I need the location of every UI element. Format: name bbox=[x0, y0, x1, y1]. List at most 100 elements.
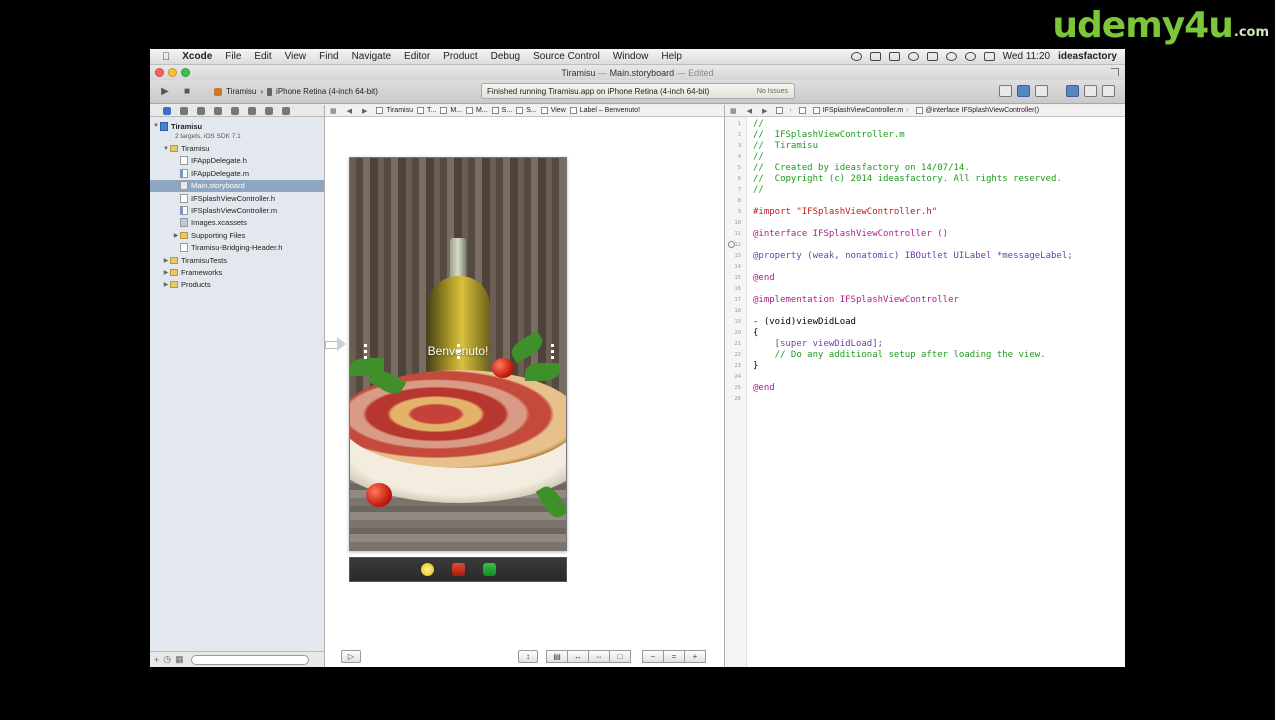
menu-editor[interactable]: Editor bbox=[404, 51, 430, 62]
menu-source-control[interactable]: Source Control bbox=[533, 51, 600, 62]
tree-node-group[interactable]: ▶ Frameworks bbox=[150, 266, 324, 278]
camera-icon[interactable] bbox=[869, 52, 881, 61]
tree-node-file[interactable]: Tiramisu-Bridging-Header.h bbox=[150, 242, 324, 254]
jump-item-selected[interactable]: Label – Benvenuto! bbox=[580, 107, 640, 114]
recent-files-icon[interactable]: ◷ bbox=[163, 654, 171, 665]
menu-edit[interactable]: Edit bbox=[254, 51, 271, 62]
label-resize-handle[interactable] bbox=[551, 344, 554, 360]
toggle-utilities-button[interactable] bbox=[1102, 85, 1115, 97]
disclosure-open-icon[interactable]: ▼ bbox=[152, 123, 160, 129]
screen-icon[interactable] bbox=[888, 52, 900, 61]
disclosure-closed-icon[interactable]: ▶ bbox=[162, 281, 170, 288]
tree-node-group-tiramisu[interactable]: ▼ Tiramisu bbox=[150, 142, 324, 154]
zoom-in-icon[interactable]: + bbox=[684, 649, 706, 663]
version-editor-button[interactable] bbox=[1035, 85, 1048, 97]
jump-item[interactable]: Tiramisu bbox=[386, 107, 413, 114]
tree-node-file[interactable]: IFSplashViewController.m bbox=[150, 204, 324, 216]
exit-dock-icon[interactable] bbox=[482, 563, 496, 576]
resizing-icon[interactable]: ⇔ bbox=[588, 649, 610, 663]
breakpoint-navigator-tab-icon[interactable] bbox=[265, 106, 273, 115]
tree-node-file[interactable]: IFSplashViewController.h bbox=[150, 192, 324, 204]
menu-clock[interactable]: Wed 11:20 bbox=[1003, 51, 1050, 62]
splash-scene-view[interactable]: Benvenuto! bbox=[349, 157, 567, 551]
related-items-icon[interactable]: ▦ bbox=[730, 107, 737, 115]
scheme-selector[interactable]: Tiramisu › iPhone Retina (4-inch 64-bit) bbox=[214, 87, 378, 96]
tree-node-group[interactable]: ▶ TiramisuTests bbox=[150, 254, 324, 266]
back-arrow-icon[interactable]: ◀ bbox=[347, 107, 352, 115]
menu-window[interactable]: Window bbox=[613, 51, 649, 62]
counterparts-icon[interactable] bbox=[776, 107, 784, 114]
document-outline-button[interactable]: ▷ bbox=[341, 649, 361, 663]
volume-icon[interactable] bbox=[964, 52, 976, 61]
add-file-icon[interactable]: + bbox=[154, 655, 159, 665]
navigator-filter-input[interactable] bbox=[190, 654, 309, 665]
assistant-code-editor[interactable]: ▦ ◀ ▶ › IFSplashViewController.m › @inte… bbox=[725, 105, 1125, 667]
menu-find[interactable]: Find bbox=[319, 51, 338, 62]
test-navigator-tab-icon[interactable] bbox=[231, 106, 239, 115]
filter-options-icon[interactable]: ▦ bbox=[175, 654, 184, 665]
menu-navigate[interactable]: Navigate bbox=[352, 51, 391, 62]
menu-product[interactable]: Product bbox=[443, 51, 477, 62]
assistant-editor-button[interactable] bbox=[1017, 85, 1030, 97]
jump-item[interactable]: T... bbox=[427, 107, 436, 114]
log-navigator-tab-icon[interactable] bbox=[282, 106, 290, 115]
jump-file[interactable]: IFSplashViewController.m bbox=[823, 107, 903, 114]
menu-app-name[interactable]: Xcode bbox=[182, 51, 212, 62]
battery-icon[interactable] bbox=[983, 52, 995, 61]
forward-arrow-icon[interactable]: ▶ bbox=[362, 107, 367, 115]
disclosure-closed-icon[interactable]: ▶ bbox=[172, 232, 180, 239]
sync-icon[interactable] bbox=[926, 52, 938, 61]
status-icon[interactable] bbox=[850, 52, 862, 61]
tree-node-file[interactable]: IFAppDelegate.h bbox=[150, 155, 324, 167]
related-items-icon[interactable]: ▦ bbox=[330, 107, 337, 115]
apple-menu-icon[interactable]:  bbox=[162, 51, 170, 63]
storyboard-canvas[interactable]: ▦ ◀ ▶ Tiramisu T... M... M... S... S... … bbox=[325, 105, 725, 667]
wifi-icon[interactable] bbox=[945, 52, 957, 61]
run-button[interactable]: ▶ bbox=[158, 85, 172, 99]
issue-navigator-tab-icon[interactable] bbox=[214, 106, 222, 115]
jump-symbol[interactable]: @interface IFSplashViewController() bbox=[926, 107, 1040, 114]
resolve-icon[interactable]: ↔ bbox=[567, 649, 589, 663]
align-button[interactable]: ↕ bbox=[518, 649, 538, 663]
menu-help[interactable]: Help bbox=[661, 51, 682, 62]
tree-node-project[interactable]: ▼ Tiramisu bbox=[150, 120, 324, 132]
zoom-fit-icon[interactable]: = bbox=[663, 649, 685, 663]
menu-user[interactable]: ideasfactory bbox=[1058, 51, 1117, 62]
project-navigator-tab-icon[interactable] bbox=[163, 106, 171, 115]
tree-node-group[interactable]: ▶ Products bbox=[150, 279, 324, 291]
toggle-navigator-button[interactable] bbox=[1066, 85, 1079, 97]
pin-icon[interactable]: ▤ bbox=[546, 649, 568, 663]
disclosure-closed-icon[interactable]: ▶ bbox=[162, 257, 170, 264]
debug-navigator-tab-icon[interactable] bbox=[248, 106, 256, 115]
find-navigator-tab-icon[interactable] bbox=[197, 106, 205, 115]
stop-button[interactable]: ■ bbox=[180, 85, 194, 99]
jump-item[interactable]: M... bbox=[476, 107, 488, 114]
label-resize-handle[interactable] bbox=[364, 344, 367, 360]
disclosure-open-icon[interactable]: ▼ bbox=[162, 146, 170, 152]
embed-icon[interactable]: □ bbox=[609, 649, 631, 663]
view-controller-dock-icon[interactable] bbox=[420, 563, 434, 576]
first-responder-dock-icon[interactable] bbox=[451, 563, 465, 576]
fullscreen-icon[interactable] bbox=[1111, 68, 1119, 76]
jump-item[interactable]: S... bbox=[526, 107, 537, 114]
menu-debug[interactable]: Debug bbox=[491, 51, 520, 62]
menu-view[interactable]: View bbox=[285, 51, 307, 62]
menu-file[interactable]: File bbox=[225, 51, 241, 62]
disclosure-closed-icon[interactable]: ▶ bbox=[162, 269, 170, 276]
jump-item[interactable]: M... bbox=[450, 107, 462, 114]
tree-node-file[interactable]: IFAppDelegate.m bbox=[150, 167, 324, 179]
standard-editor-button[interactable] bbox=[999, 85, 1012, 97]
tree-node-group-supporting-files[interactable]: ▶ Supporting Files bbox=[150, 229, 324, 241]
jump-item[interactable]: S... bbox=[502, 107, 513, 114]
tree-node-file[interactable]: Images.xcassets bbox=[150, 217, 324, 229]
tree-node-file-selected[interactable]: Main.storyboard bbox=[150, 179, 324, 192]
issues-indicator[interactable]: No Issues bbox=[757, 88, 788, 95]
zoom-out-icon[interactable]: − bbox=[642, 649, 664, 663]
toggle-debug-area-button[interactable] bbox=[1084, 85, 1097, 97]
forward-arrow-icon[interactable]: ▶ bbox=[762, 107, 767, 115]
back-arrow-icon[interactable]: ◀ bbox=[747, 107, 752, 115]
symbol-navigator-tab-icon[interactable] bbox=[180, 106, 188, 115]
initial-scene-arrow-icon[interactable] bbox=[325, 337, 347, 351]
time-machine-icon[interactable] bbox=[907, 52, 919, 61]
label-resize-handle[interactable] bbox=[457, 344, 460, 360]
